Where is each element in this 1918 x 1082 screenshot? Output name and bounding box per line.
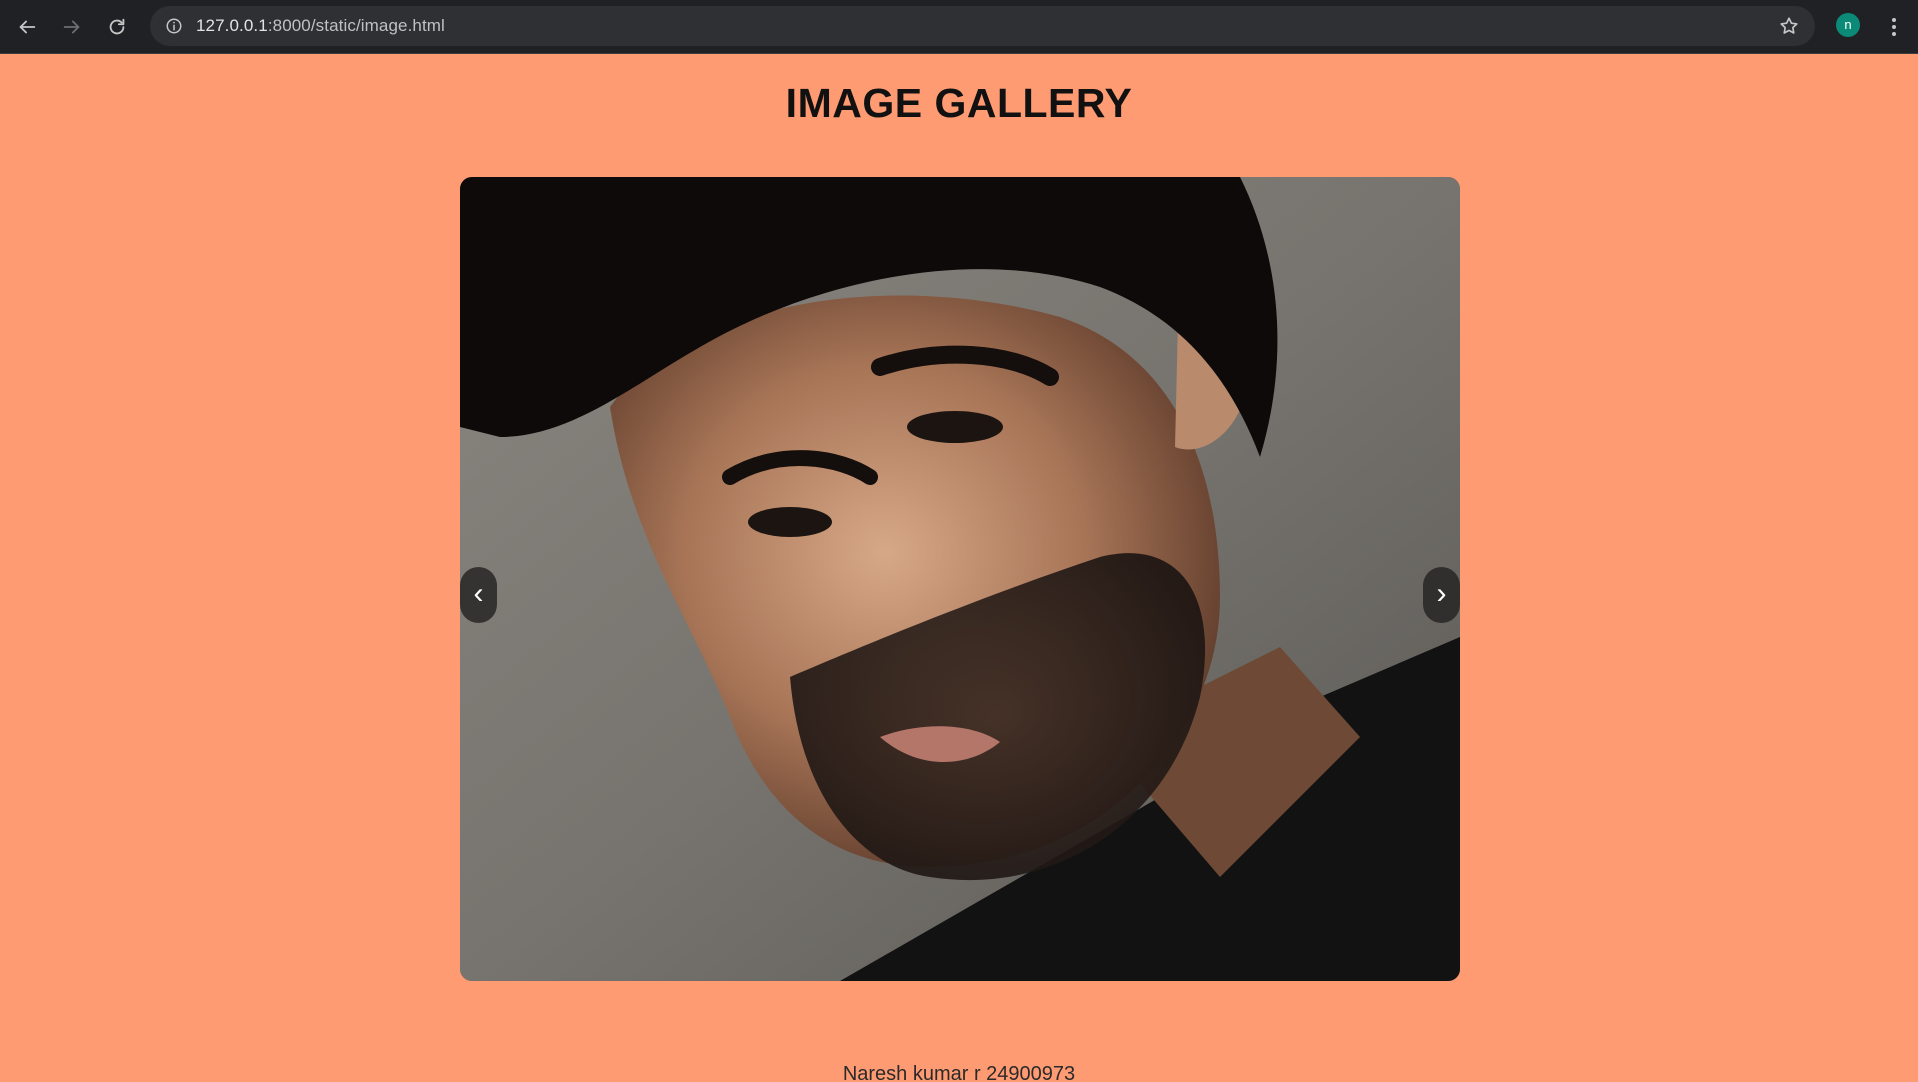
reload-icon bbox=[109, 18, 125, 35]
url-host: 127.0.0.1 bbox=[196, 16, 268, 35]
page-title: IMAGE GALLERY bbox=[785, 80, 1133, 126]
previous-image-button[interactable]: ‹ bbox=[460, 567, 497, 623]
forward-button[interactable] bbox=[54, 9, 90, 45]
back-button[interactable] bbox=[9, 9, 45, 45]
bookmark-button[interactable] bbox=[1775, 12, 1803, 40]
reload-button[interactable] bbox=[99, 9, 135, 45]
gallery-photo bbox=[460, 177, 1460, 981]
footer-author: Naresh kumar r 24900973 bbox=[842, 1063, 1076, 1082]
browser-menu-button[interactable] bbox=[1880, 9, 1908, 45]
site-info-button[interactable] bbox=[160, 12, 188, 40]
url-text[interactable]: 127.0.0.1:8000/static/image.html bbox=[196, 16, 445, 36]
url-path: :8000/static/image.html bbox=[267, 16, 445, 35]
arrow-right-icon bbox=[63, 20, 80, 34]
image-gallery: ‹ › bbox=[460, 177, 1460, 981]
profile-avatar[interactable]: n bbox=[1836, 13, 1860, 37]
next-image-button[interactable]: › bbox=[1423, 567, 1460, 623]
star-icon bbox=[1780, 17, 1798, 34]
browser-toolbar: 127.0.0.1:8000/static/image.html n bbox=[0, 0, 1918, 54]
address-bar[interactable]: 127.0.0.1:8000/static/image.html bbox=[150, 6, 1815, 46]
info-icon bbox=[166, 18, 182, 34]
kebab-menu-icon bbox=[1892, 18, 1896, 36]
arrow-left-icon bbox=[19, 20, 36, 34]
